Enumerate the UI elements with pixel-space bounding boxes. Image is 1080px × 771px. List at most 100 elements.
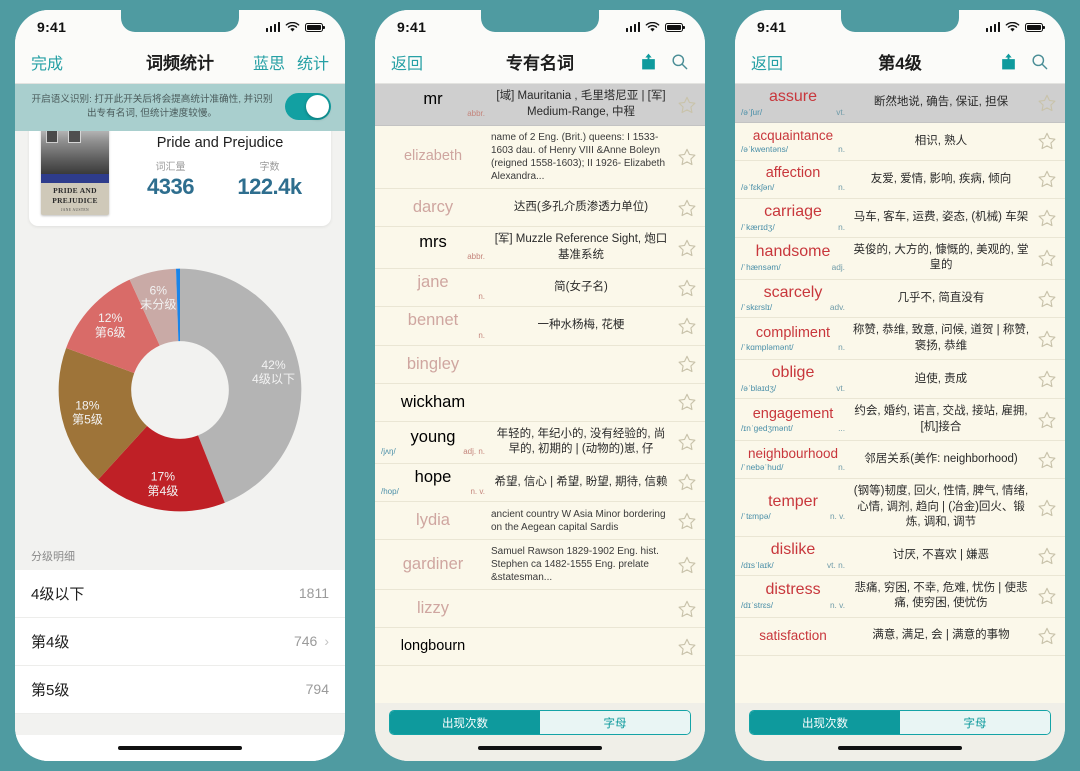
favorite-star-icon[interactable]: [677, 354, 697, 374]
word-meta: /jʌŋ/adj. n.: [381, 447, 485, 456]
sort-segmented-control[interactable]: 出现次数 字母: [389, 710, 691, 735]
dictionary-row[interactable]: mr abbr. [域] Mauritania , 毛里塔尼亚 | [军] Medi…: [375, 84, 705, 127]
segment-by-alphabet[interactable]: 字母: [540, 711, 690, 734]
semantic-recognition-toggle[interactable]: [285, 93, 331, 121]
level4-word-list[interactable]: assure/əˈʃur/vt. 断然地说, 确告, 保证, 担保 acquaint…: [735, 84, 1065, 703]
favorite-star-icon[interactable]: [677, 278, 697, 298]
favorite-star-icon[interactable]: [1037, 329, 1057, 349]
grade-detail-row[interactable]: 第5级 794: [15, 666, 345, 714]
dictionary-row[interactable]: handsome/ˈhænsəm/adj. 英俊的, 大方的, 慷慨的, 美观的,…: [735, 237, 1065, 280]
dictionary-row[interactable]: darcy 达西(多孔介质渗透力单位): [375, 189, 705, 228]
grade-detail-row[interactable]: 4级以下 1811: [15, 570, 345, 618]
home-indicator[interactable]: [118, 745, 242, 751]
dictionary-row[interactable]: bennet n. 一种水杨梅, 花梗: [375, 307, 705, 346]
dictionary-row[interactable]: mrs abbr. [军] Muzzle Reference Sight, 炮口基准…: [375, 227, 705, 270]
segment-by-frequency[interactable]: 出现次数: [390, 711, 540, 734]
dictionary-row[interactable]: wickham: [375, 383, 705, 422]
done-button[interactable]: 完成: [31, 50, 63, 74]
word-column: lizzy: [381, 599, 485, 617]
favorite-star-icon[interactable]: [1037, 450, 1057, 470]
semantic-recognition-banner: 开启语义识别: 打开此开关后将会提高统计准确性, 并识别出专有名词, 但统计速度…: [15, 84, 345, 131]
favorite-star-icon[interactable]: [1037, 131, 1057, 151]
dictionary-row[interactable]: temper/ˈtɛmpə/n. v. (钢等)韧度, 回火, 性情, 脾气, 情…: [735, 479, 1065, 537]
favorite-star-icon[interactable]: [677, 198, 697, 218]
word-text: affection: [765, 165, 821, 182]
segment-by-alphabet[interactable]: 字母: [900, 711, 1050, 734]
phonetic-text: /əˈkwentəns/: [741, 143, 789, 154]
word-text: lydia: [416, 510, 450, 529]
dictionary-row[interactable]: acquaintance/əˈkwentəns/n. 相识, 熟人: [735, 122, 1065, 161]
dictionary-row[interactable]: neighbourhood/ˈnebəˈhud/n. 邻居关系(美作: neigh…: [735, 441, 1065, 480]
favorite-star-icon[interactable]: [677, 637, 697, 657]
segment-by-frequency[interactable]: 出现次数: [750, 711, 900, 734]
favorite-star-icon[interactable]: [677, 316, 697, 336]
phone-3-level-4-words: 9:41 返回 第4级 assure /əˈʃur/ vt. 断然地说, 确告,…: [735, 10, 1065, 761]
favorite-star-icon[interactable]: [1037, 369, 1057, 389]
dictionary-row[interactable]: elizabeth name of 2 Eng. (Brit.) queens: …: [375, 126, 705, 190]
slice-name-label: 第4级: [147, 484, 178, 498]
phonetic-text: /əˈblaɪdʒ/: [741, 383, 777, 394]
dictionary-row[interactable]: affection/əˈfɛkʃən/n. 友爱, 爱情, 影响, 疾病, 倾向: [735, 160, 1065, 199]
dictionary-row[interactable]: scarcely/ˈskɛrslɪ/adv. 几乎不, 简直没有: [735, 279, 1065, 319]
favorite-star-icon[interactable]: [677, 432, 697, 452]
dictionary-row[interactable]: carriage/ˈkærɪdʒ/n. 马车, 客车, 运费, 姿态, (机械) …: [735, 198, 1065, 238]
sort-segmented-control[interactable]: 出现次数 字母: [749, 710, 1051, 735]
dictionary-row[interactable]: bingley: [375, 345, 705, 384]
book-summary-card[interactable]: PRIDE AND PREJUDICE JANE AUSTEN Pride an…: [29, 130, 331, 226]
dictionary-row[interactable]: young/jʌŋ/adj. n. 年轻的, 年纪小的, 没有经验的, 尚早的, …: [375, 421, 705, 464]
dictionary-row[interactable]: engagement/ɪnˈgedʒmənt/... 约会, 婚约, 诺言, 交战…: [735, 399, 1065, 442]
back-button[interactable]: 返回: [391, 50, 423, 74]
favorite-star-icon[interactable]: [1037, 208, 1057, 228]
favorite-star-icon[interactable]: [677, 392, 697, 412]
share-icon[interactable]: [639, 52, 658, 71]
favorite-star-icon[interactable]: [1037, 626, 1057, 646]
dictionary-row[interactable]: compliment/ˈkɑmpləmənt/n. 称赞, 恭维, 致意, 问候,…: [735, 318, 1065, 361]
favorite-star-icon[interactable]: [1037, 93, 1057, 113]
share-icon[interactable]: [999, 52, 1018, 71]
grade-distribution-chart[interactable]: 42% 4级以下 17% 第4级 18% 第5级 12% 第6级 6% 未分级: [15, 242, 345, 538]
word-meta: abbr.: [381, 109, 485, 118]
favorite-star-icon[interactable]: [1037, 546, 1057, 566]
favorite-star-icon[interactable]: [1037, 498, 1057, 518]
definition-text: 悲痛, 穷困, 不幸, 危难, 忧伤 | 使悲痛, 使穷困, 使忧伤: [854, 581, 1028, 610]
favorite-star-icon[interactable]: [1037, 248, 1057, 268]
part-of-speech: n.: [838, 221, 845, 232]
status-time: 9:41: [37, 19, 67, 35]
lexile-button[interactable]: 蓝思: [253, 50, 285, 74]
dictionary-row[interactable]: oblige/əˈblaɪdʒ/vt. 迫使, 责成: [735, 360, 1065, 400]
dictionary-row[interactable]: gardiner Samuel Rawson 1829-1902 Eng. his…: [375, 540, 705, 591]
search-icon[interactable]: [670, 52, 689, 71]
favorite-star-icon[interactable]: [677, 238, 697, 258]
grade-detail-row[interactable]: 第4级 746 ›: [15, 618, 345, 666]
proper-noun-list[interactable]: mr abbr. [域] Mauritania , 毛里塔尼亚 | [军] Medi…: [375, 84, 705, 703]
dictionary-row[interactable]: jane n. 简(女子名): [375, 269, 705, 308]
home-indicator[interactable]: [478, 745, 602, 751]
favorite-star-icon[interactable]: [677, 472, 697, 492]
dictionary-row[interactable]: lizzy: [375, 590, 705, 629]
dictionary-row[interactable]: distress/dɪˈstrɛs/n. v. 悲痛, 穷困, 不幸, 危难, 忧…: [735, 575, 1065, 618]
back-button[interactable]: 返回: [751, 50, 783, 74]
word-text: mr: [423, 89, 443, 108]
part-of-speech: n.: [838, 342, 845, 353]
favorite-star-icon[interactable]: [1037, 586, 1057, 606]
favorite-star-icon[interactable]: [677, 599, 697, 619]
dictionary-row[interactable]: satisfaction 满意, 满足, 会 | 满意的事物: [735, 617, 1065, 656]
favorite-star-icon[interactable]: [1037, 410, 1057, 430]
statistics-button[interactable]: 统计: [297, 50, 329, 74]
search-icon[interactable]: [1030, 52, 1049, 71]
definition-text: 希望, 信心 | 希望, 盼望, 期待, 信赖: [494, 475, 668, 488]
favorite-star-icon[interactable]: [1037, 169, 1057, 189]
favorite-star-icon[interactable]: [677, 95, 697, 115]
favorite-star-icon[interactable]: [677, 555, 697, 575]
dictionary-row[interactable]: assure/əˈʃur/vt. 断然地说, 确告, 保证, 担保: [735, 84, 1065, 123]
dictionary-row[interactable]: hope/hop/n. v. 希望, 信心 | 希望, 盼望, 期待, 信赖: [375, 463, 705, 503]
dictionary-row[interactable]: lydia ancient country W Asia Minor border…: [375, 502, 705, 541]
home-indicator[interactable]: [838, 745, 962, 751]
favorite-star-icon[interactable]: [1037, 289, 1057, 309]
dictionary-row[interactable]: longbourn: [375, 628, 705, 667]
dictionary-row[interactable]: dislike/dɪsˈlaɪk/vt. n. 讨厌, 不喜欢 | 嫌恶: [735, 536, 1065, 576]
word-text: hope: [414, 467, 452, 486]
favorite-star-icon[interactable]: [677, 511, 697, 531]
favorite-star-icon[interactable]: [677, 147, 697, 167]
word-column: neighbourhood/ˈnebəˈhud/n.: [741, 447, 845, 473]
